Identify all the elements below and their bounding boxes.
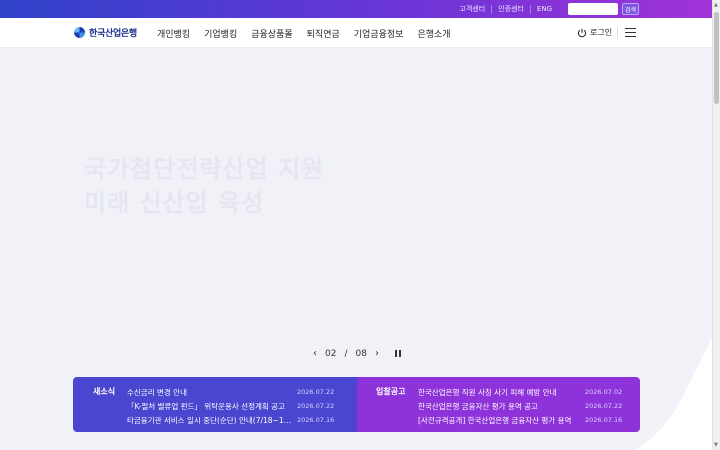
menu-pension[interactable]: 퇴직연금	[307, 27, 340, 40]
bid-title: 한국산업은행 직원 사칭 사기 피해 예방 안내	[418, 387, 557, 397]
logo-text: 한국산업은행	[89, 29, 137, 39]
search-button[interactable]: 검색	[622, 3, 639, 15]
certificate-center-link[interactable]: 인증센터	[491, 4, 530, 14]
english-link[interactable]: ENG	[529, 4, 558, 14]
menu-corporate-finance-info[interactable]: 기업금융정보	[354, 27, 404, 40]
list-item[interactable]: [사전규격공개] 한국산업은행 금융자산 평가 용역 2026.07.16	[418, 413, 622, 427]
scroll-up-icon[interactable]: ▲	[714, 2, 718, 8]
hero-title-line2: 미래 신산업 육성	[84, 189, 265, 217]
news-list: 수신금리 변경 안내 2026.07.22 「K-펄처 밸류업 펀드」 위탁운용…	[127, 385, 334, 427]
pause-icon[interactable]	[394, 350, 401, 357]
menu-corporate-banking[interactable]: 기업뱅킹	[204, 27, 237, 40]
slide-separator: /	[344, 348, 348, 359]
slide-current: 02	[325, 348, 337, 359]
bid-title: 한국산업은행 금융자산 평가 용역 공고	[418, 401, 538, 411]
bid-date: 2026.07.02	[585, 388, 623, 396]
bid-date: 2026.07.22	[585, 402, 623, 410]
news-date: 2026.07.16	[297, 416, 335, 424]
news-title: 타금융기관 서비스 일시 중단(순단) 안내(7/18~1…	[127, 415, 292, 425]
next-slide-icon[interactable]: ›	[375, 348, 379, 359]
scroll-thumb[interactable]	[714, 12, 719, 104]
list-item[interactable]: 한국산업은행 금융자산 평가 용역 공고 2026.07.22	[418, 399, 622, 413]
menu-about-bank[interactable]: 은행소개	[417, 27, 450, 40]
primary-menu: 개인뱅킹 기업뱅킹 금융상품몰 퇴직연금 기업금융정보 은행소개	[157, 27, 465, 40]
main-nav: 한국산업은행 개인뱅킹 기업뱅킹 금융상품몰 퇴직연금 기업금융정보 은행소개 …	[0, 18, 712, 48]
power-icon	[577, 28, 587, 37]
logo-icon	[74, 27, 85, 38]
news-panel: 새소식 수신금리 변경 안내 2026.07.22 「K-펄처 밸류업 펀드」 …	[73, 377, 357, 432]
slide-pager: ‹ 02 / 08 ›	[313, 348, 401, 359]
page-scrollbar[interactable]: ▲ ▼	[712, 0, 720, 450]
bid-title: [사전규격공개] 한국산업은행 금융자산 평가 용역	[418, 415, 572, 425]
login-button[interactable]: 로그인	[577, 27, 612, 38]
hamburger-menu-icon[interactable]	[625, 28, 636, 37]
login-label: 로그인	[590, 28, 613, 37]
bids-panel: 입찰공고 한국산업은행 직원 사칭 사기 피해 예방 안내 2026.07.02…	[357, 377, 640, 432]
hero-title-line1: 국가첨단전략산업 지원	[84, 155, 325, 183]
scroll-down-icon[interactable]: ▼	[714, 442, 718, 448]
search-input[interactable]	[568, 3, 618, 15]
list-item[interactable]: 한국산업은행 직원 사칭 사기 피해 예방 안내 2026.07.02	[418, 385, 622, 399]
menu-product-mall[interactable]: 금융상품몰	[251, 27, 292, 40]
nav-divider	[617, 27, 618, 39]
slide-total: 08	[355, 348, 367, 359]
news-title: 「K-펄처 밸류업 펀드」 위탁운용사 선정계획 공고	[127, 401, 285, 411]
news-date: 2026.07.22	[297, 388, 335, 396]
bank-logo[interactable]: 한국산업은행	[74, 26, 137, 39]
list-item[interactable]: 수신금리 변경 안내 2026.07.22	[127, 385, 334, 399]
prev-slide-icon[interactable]: ‹	[313, 348, 317, 359]
news-heading[interactable]: 새소식	[93, 386, 115, 397]
menu-personal-banking[interactable]: 개인뱅킹	[157, 27, 190, 40]
news-title: 수신금리 변경 안내	[127, 387, 187, 397]
bids-list: 한국산업은행 직원 사칭 사기 피해 예방 안내 2026.07.02 한국산업…	[418, 385, 622, 427]
list-item[interactable]: 「K-펄처 밸류업 펀드」 위탁운용사 선정계획 공고 2026.07.22	[127, 399, 334, 413]
bids-heading[interactable]: 입찰공고	[376, 386, 405, 397]
news-date: 2026.07.22	[297, 402, 335, 410]
hero-title: 국가첨단전략산업 지원 미래 신산업 육성	[84, 152, 324, 220]
customer-center-link[interactable]: 고객센터	[453, 5, 491, 14]
list-item[interactable]: 타금융기관 서비스 일시 중단(순단) 안내(7/18~1… 2026.07.1…	[127, 413, 334, 427]
bid-date: 2026.07.16	[585, 416, 623, 424]
